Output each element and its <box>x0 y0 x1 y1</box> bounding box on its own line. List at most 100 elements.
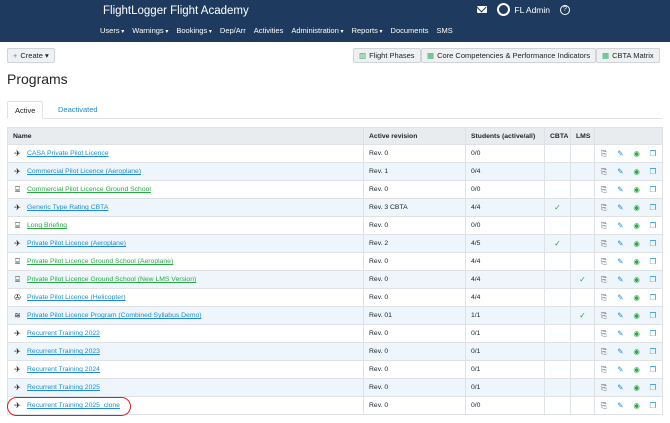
nav-item-documents[interactable]: Documents <box>391 26 429 35</box>
clone-icon[interactable]: ❐ <box>649 329 657 338</box>
cbta-matrix-button[interactable]: ▦ CBTA Matrix <box>596 48 660 63</box>
view-icon[interactable]: ⎘ <box>600 239 608 249</box>
clone-icon[interactable]: ❐ <box>649 239 657 248</box>
edit-icon[interactable]: ✎ <box>616 383 624 392</box>
program-link[interactable]: Recurrent Training 2025 <box>27 384 100 391</box>
edit-icon[interactable]: ✎ <box>616 329 624 338</box>
app-title[interactable]: FlightLogger Flight Academy <box>103 5 249 17</box>
edit-icon[interactable]: ✎ <box>616 167 624 176</box>
toggle-icon[interactable]: ◉ <box>633 329 641 338</box>
view-icon[interactable]: ⎘ <box>600 293 608 303</box>
clone-icon[interactable]: ❐ <box>649 149 657 158</box>
edit-icon[interactable]: ✎ <box>616 347 624 356</box>
program-link[interactable]: Recurrent Training 2023 <box>27 348 100 355</box>
program-link[interactable]: Private Pilot Licence Program (Combined … <box>27 312 202 319</box>
view-icon[interactable]: ⎘ <box>600 311 608 321</box>
view-icon[interactable]: ⎘ <box>600 329 608 339</box>
column-header-cbta[interactable]: CBTA <box>544 127 571 145</box>
clone-icon[interactable]: ❐ <box>649 203 657 212</box>
program-link[interactable]: Long Briefing <box>27 222 67 229</box>
core-competencies-button[interactable]: ▦ Core Competencies & Performance Indicat… <box>421 48 597 63</box>
column-header-lms[interactable]: LMS <box>570 127 595 145</box>
user-name[interactable]: FL Admin <box>514 5 550 15</box>
edit-icon[interactable]: ✎ <box>616 401 624 410</box>
help-icon[interactable]: ? <box>560 4 570 15</box>
helicopter-icon: ✇ <box>14 293 21 302</box>
view-icon[interactable]: ⎘ <box>600 365 608 375</box>
toggle-icon[interactable]: ◉ <box>633 149 641 158</box>
edit-icon[interactable]: ✎ <box>616 221 624 230</box>
toggle-icon[interactable]: ◉ <box>633 293 641 302</box>
edit-icon[interactable]: ✎ <box>616 239 624 248</box>
nav-item-users[interactable]: Users <box>100 26 124 35</box>
toggle-icon[interactable]: ◉ <box>633 401 641 410</box>
column-header-revision[interactable]: Active revision <box>363 127 466 145</box>
edit-icon[interactable]: ✎ <box>616 293 624 302</box>
clone-icon[interactable]: ❐ <box>649 275 657 284</box>
clone-icon[interactable]: ❐ <box>649 293 657 302</box>
edit-icon[interactable]: ✎ <box>616 185 624 194</box>
toggle-icon[interactable]: ◉ <box>633 167 641 176</box>
clone-icon[interactable]: ❐ <box>649 383 657 392</box>
mail-icon[interactable] <box>477 6 488 13</box>
flight-phases-button[interactable]: ▥ Flight Phases <box>353 48 421 63</box>
edit-icon[interactable]: ✎ <box>616 365 624 374</box>
clone-icon[interactable]: ❐ <box>649 167 657 176</box>
edit-icon[interactable]: ✎ <box>616 275 624 284</box>
toggle-icon[interactable]: ◉ <box>633 383 641 392</box>
program-link[interactable]: CASA Private Pilot Licence <box>27 150 109 157</box>
nav-item-bookings[interactable]: Bookings <box>176 26 212 35</box>
toggle-icon[interactable]: ◉ <box>633 203 641 212</box>
view-icon[interactable]: ⎘ <box>600 185 608 195</box>
clone-icon[interactable]: ❐ <box>649 347 657 356</box>
view-icon[interactable]: ⎘ <box>600 221 608 231</box>
tab-deactivated[interactable]: Deactivated <box>51 101 105 119</box>
clone-icon[interactable]: ❐ <box>649 311 657 320</box>
view-icon[interactable]: ⎘ <box>600 347 608 357</box>
toggle-icon[interactable]: ◉ <box>633 311 641 320</box>
clone-icon[interactable]: ❐ <box>649 401 657 410</box>
program-link[interactable]: Recurrent Training 2024 <box>27 366 100 373</box>
view-icon[interactable]: ⎘ <box>600 401 608 411</box>
column-header-name[interactable]: Name <box>7 127 364 145</box>
view-icon[interactable]: ⎘ <box>600 203 608 213</box>
students-cell: 4/5 <box>465 234 545 253</box>
toggle-icon[interactable]: ◉ <box>633 221 641 230</box>
edit-icon[interactable]: ✎ <box>616 257 624 266</box>
toggle-icon[interactable]: ◉ <box>633 275 641 284</box>
program-link[interactable]: Private Pilot Licence (Aeroplane) <box>27 240 126 247</box>
toggle-icon[interactable]: ◉ <box>633 185 641 194</box>
clone-icon[interactable]: ❐ <box>649 221 657 230</box>
nav-item-dep-arr[interactable]: Dep/Arr <box>220 26 246 35</box>
toggle-icon[interactable]: ◉ <box>633 365 641 374</box>
edit-icon[interactable]: ✎ <box>616 311 624 320</box>
toggle-icon[interactable]: ◉ <box>633 257 641 266</box>
edit-icon[interactable]: ✎ <box>616 149 624 158</box>
view-icon[interactable]: ⎘ <box>600 275 608 285</box>
program-link[interactable]: Generic Type Rating CBTA <box>27 204 108 211</box>
nav-item-warnings[interactable]: Warnings <box>132 26 168 35</box>
clone-icon[interactable]: ❐ <box>649 185 657 194</box>
nav-item-reports[interactable]: Reports <box>352 26 383 35</box>
tab-active[interactable]: Active <box>7 101 44 119</box>
program-link[interactable]: Recurrent Training 2022 <box>27 330 100 337</box>
program-link[interactable]: Private Pilot Licence (Helicopter) <box>27 294 126 301</box>
clone-icon[interactable]: ❐ <box>649 365 657 374</box>
view-icon[interactable]: ⎘ <box>600 383 608 393</box>
toggle-icon[interactable]: ◉ <box>633 239 641 248</box>
nav-item-administration[interactable]: Administration <box>291 26 343 35</box>
view-icon[interactable]: ⎘ <box>600 149 608 159</box>
view-icon[interactable]: ⎘ <box>600 167 608 177</box>
program-link[interactable]: Commercial Pilot Licence Ground School <box>27 186 151 193</box>
program-link[interactable]: Private Pilot Licence Ground School (Aer… <box>27 258 173 265</box>
program-link[interactable]: Commercial Pilot Licence (Aeroplane) <box>27 168 141 175</box>
column-header-students[interactable]: Students (active/all) <box>465 127 545 145</box>
nav-item-sms[interactable]: SMS <box>436 26 452 35</box>
toggle-icon[interactable]: ◉ <box>633 347 641 356</box>
edit-icon[interactable]: ✎ <box>616 203 624 212</box>
program-link[interactable]: Private Pilot Licence Ground School (New… <box>27 276 196 283</box>
clone-icon[interactable]: ❐ <box>649 257 657 266</box>
view-icon[interactable]: ⎘ <box>600 257 608 267</box>
create-button[interactable]: + Create ▾ <box>7 48 55 63</box>
nav-item-activities[interactable]: Activities <box>254 26 284 35</box>
